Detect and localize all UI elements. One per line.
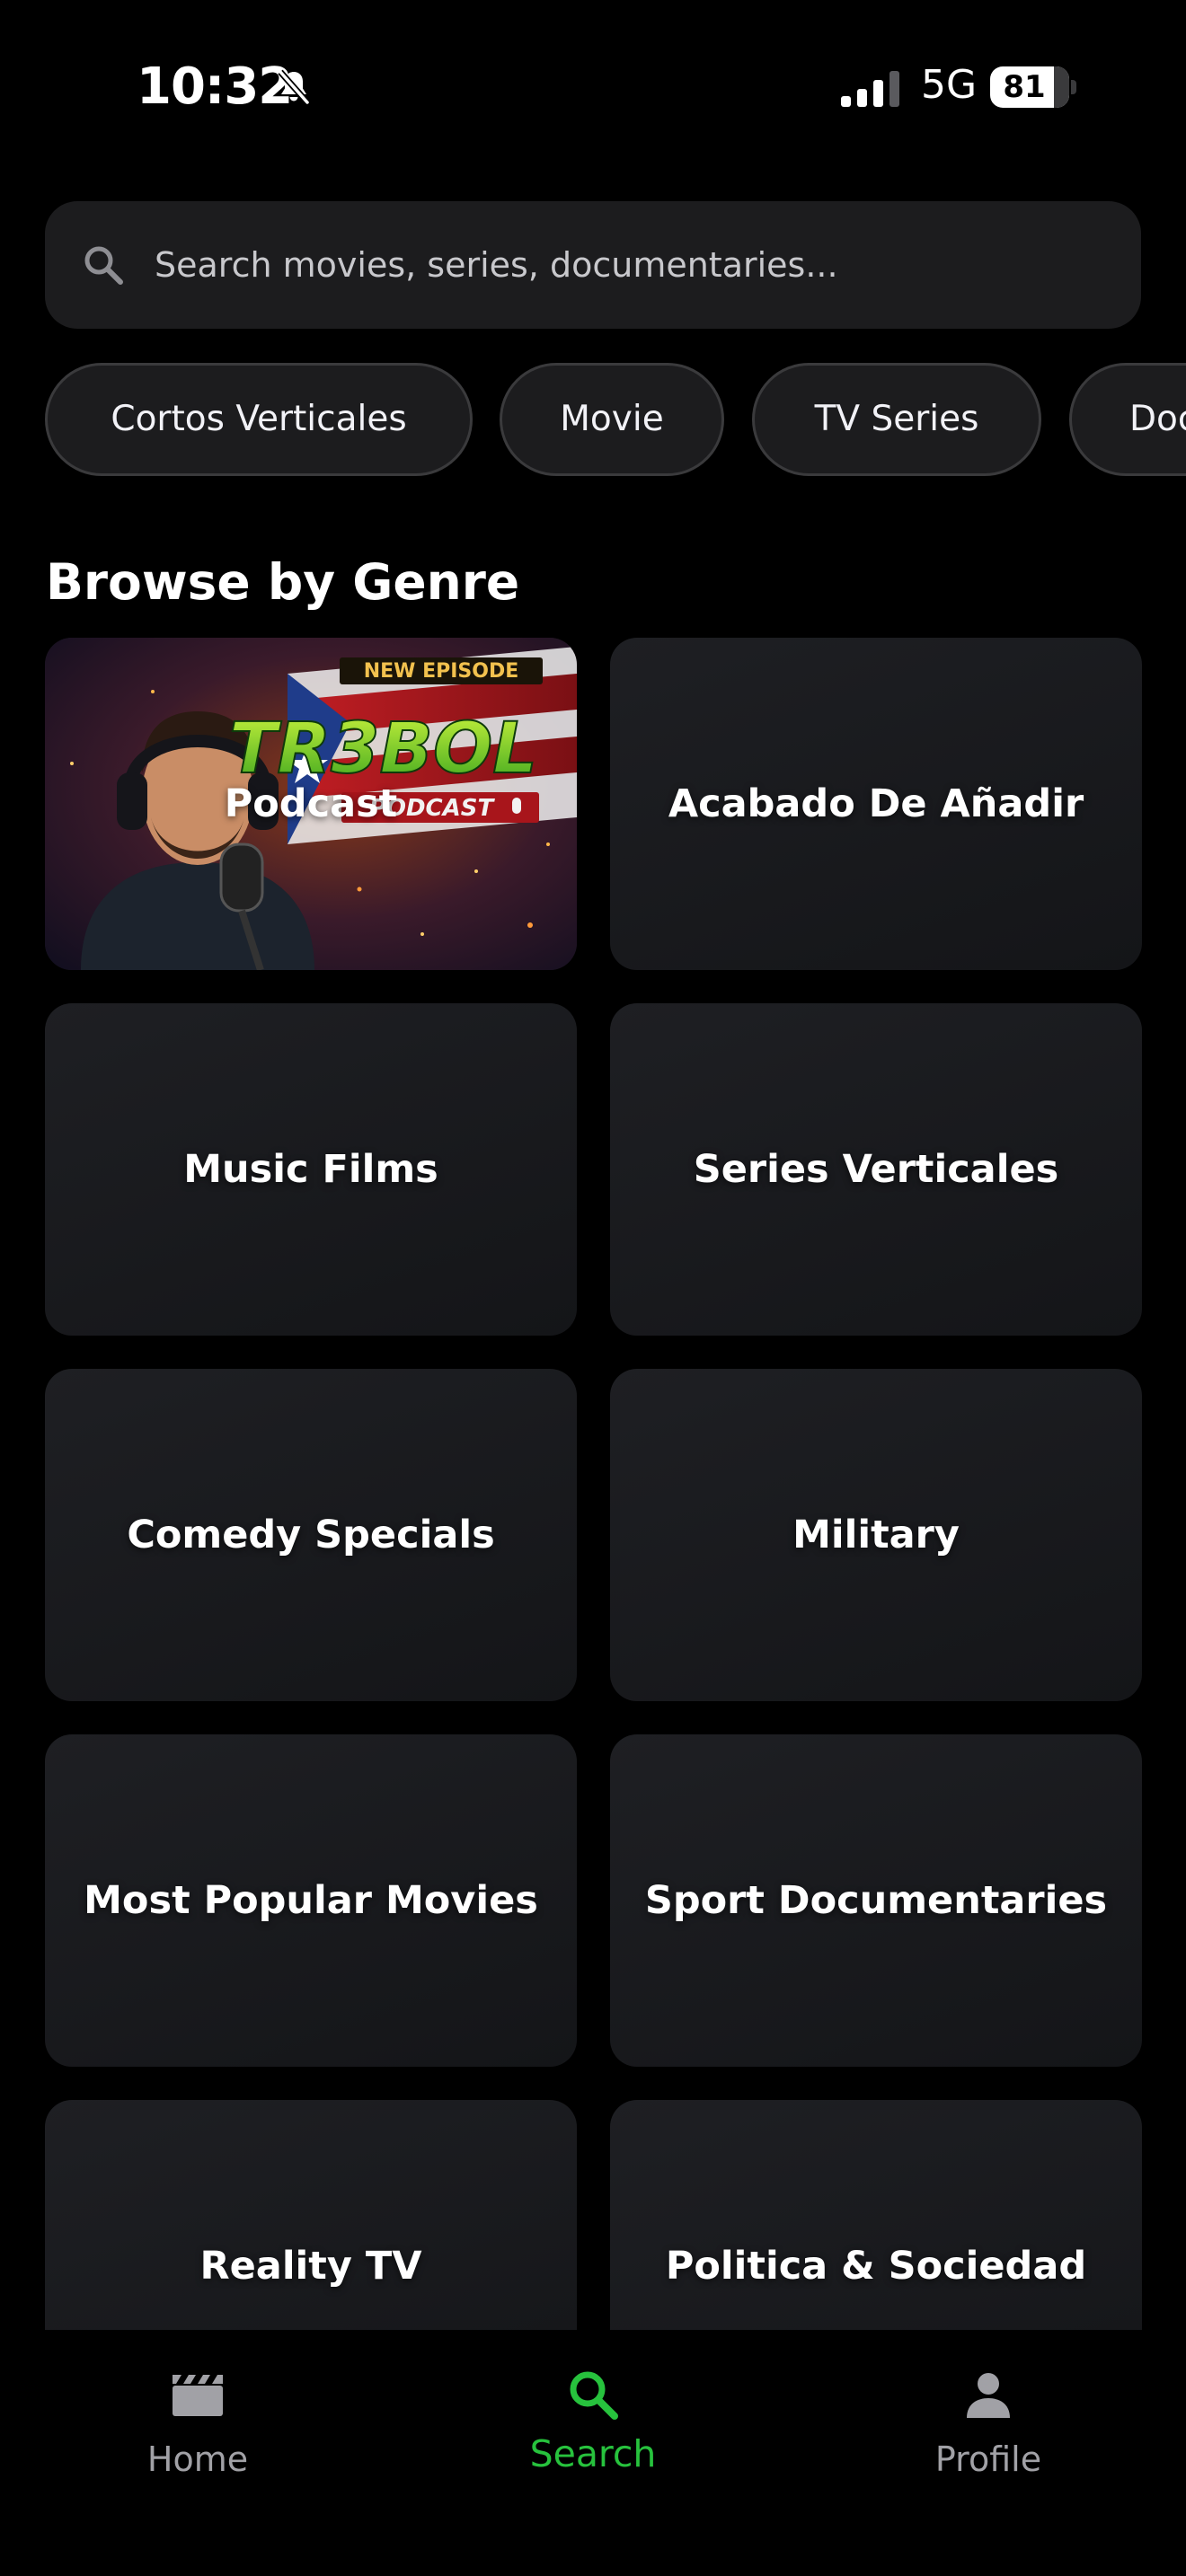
genre-label: Politica & Sociedad <box>665 2244 1087 2289</box>
genre-tile-politica-sociedad[interactable]: Politica & Sociedad <box>610 2100 1142 2330</box>
genre-label: Reality TV <box>199 2244 422 2289</box>
tab-profile[interactable]: Profile <box>854 2330 1123 2510</box>
person-icon <box>967 2373 1010 2418</box>
search-input[interactable] <box>155 234 1107 296</box>
tab-home[interactable]: Home <box>63 2330 332 2510</box>
tab-label: Home <box>146 2439 249 2479</box>
search-icon <box>570 2371 618 2420</box>
filter-chips: Cortos Verticales Movie TV Series Docume… <box>0 363 1186 480</box>
genre-tile-acabado-de-anadir[interactable]: Acabado De Añadir <box>610 638 1142 970</box>
tab-label: Profile <box>934 2439 1042 2479</box>
genre-label: Sport Documentaries <box>644 1878 1108 1923</box>
battery-body: 81 <box>990 66 1069 108</box>
tab-search[interactable]: Search <box>458 2330 728 2510</box>
tab-bar: Home Search Profile <box>0 2330 1186 2576</box>
genre-tile-comedy-specials[interactable]: Comedy Specials <box>45 1369 577 1701</box>
battery-charging-icon: 81 <box>990 66 1076 108</box>
genre-tile-most-popular-movies[interactable]: Most Popular Movies <box>45 1734 577 2067</box>
genre-tile-podcast[interactable]: NEW EPISODE TR3BOL PODCAST Podcast <box>45 638 577 970</box>
genre-tile-series-verticales[interactable]: Series Verticales <box>610 1003 1142 1336</box>
network-type: 5G <box>921 62 978 108</box>
chip-cortos-verticales[interactable]: Cortos Verticales <box>45 363 473 476</box>
bell-slash-icon <box>278 69 310 105</box>
genre-label: Acabado De Añadir <box>668 781 1084 826</box>
search-icon <box>84 246 123 285</box>
cellular-signal-icon <box>841 71 899 107</box>
battery-level: 81 <box>1003 69 1046 105</box>
search-bar[interactable] <box>45 201 1141 329</box>
genre-label: Podcast <box>224 781 398 826</box>
genre-label: Comedy Specials <box>127 1513 495 1557</box>
genre-tile-sport-documentaries[interactable]: Sport Documentaries <box>610 1734 1142 2067</box>
status-time: 10:32 <box>137 57 293 116</box>
chip-documentaries[interactable]: Documentaries <box>1069 363 1186 476</box>
genre-tile-military[interactable]: Military <box>610 1369 1142 1701</box>
genre-grid: NEW EPISODE TR3BOL PODCAST Podcast Acaba… <box>0 638 1186 2330</box>
genre-label: Series Verticales <box>693 1147 1059 1192</box>
genre-label: Military <box>792 1513 960 1557</box>
chip-tv-series[interactable]: TV Series <box>752 363 1041 476</box>
battery-nub <box>1071 80 1076 94</box>
section-title: Browse by Genre <box>46 553 520 611</box>
status-bar: 10:32 5G 81 <box>0 0 1186 175</box>
genre-tile-reality-tv[interactable]: Reality TV <box>45 2100 577 2330</box>
genre-label: Music Films <box>183 1147 438 1192</box>
clapperboard-icon <box>173 2375 223 2416</box>
chip-movie[interactable]: Movie <box>500 363 724 476</box>
genre-label: Most Popular Movies <box>84 1878 538 1923</box>
genre-tile-music-films[interactable]: Music Films <box>45 1003 577 1336</box>
tab-label: Search <box>529 2432 657 2475</box>
